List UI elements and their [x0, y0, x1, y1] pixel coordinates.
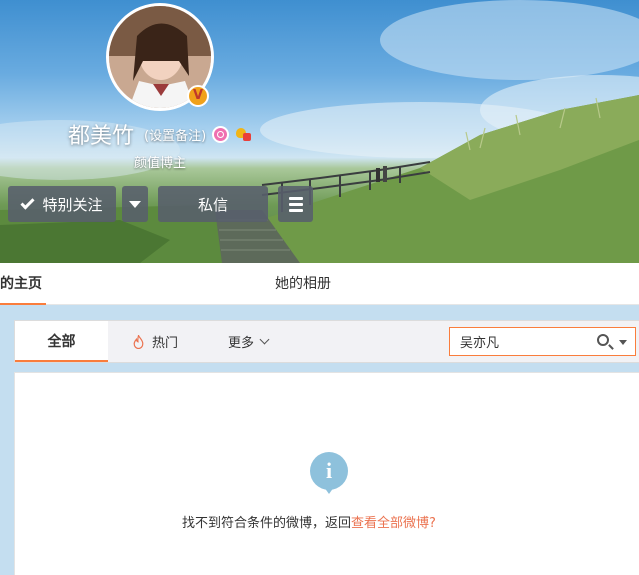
filter-hot-label: 热门 [152, 336, 179, 351]
profile-name: 都美竹 [68, 124, 135, 149]
flame-icon [133, 334, 144, 349]
feed-search-box [449, 327, 636, 356]
pink-search-badge-icon[interactable] [212, 125, 230, 143]
follow-dropdown-button[interactable] [122, 186, 148, 222]
menu-icon [288, 196, 303, 200]
special-follow-button[interactable]: 特别关注 [8, 186, 116, 222]
verified-badge-icon: V [187, 85, 209, 107]
filter-more-dropdown[interactable]: 更多 [228, 332, 270, 351]
active-tab-indicator [0, 303, 46, 305]
more-menu-button[interactable] [278, 186, 313, 222]
private-message-button[interactable]: 私信 [158, 186, 268, 222]
info-icon: i [310, 452, 348, 494]
feed-results: i 找不到符合条件的微博，返回查看全部微博? [14, 372, 639, 575]
special-follow-label: 特别关注 [42, 195, 103, 214]
profile-cover: V 都美竹 (设置备注) 颜值博主 特别关注 私信 [0, 0, 639, 263]
gold-member-icon[interactable] [235, 126, 252, 143]
check-icon [20, 194, 36, 210]
tab-album[interactable]: 她的相册 [275, 273, 331, 293]
empty-state-text: 找不到符合条件的微博，返回 [182, 516, 352, 531]
private-message-label: 私信 [197, 195, 228, 214]
filter-hot-tab[interactable]: 热门 [133, 332, 178, 351]
feed-filter-bar: 全部 热门 更多 [14, 320, 639, 363]
set-remark-link[interactable]: (设置备注) [144, 125, 206, 144]
view-all-posts-link[interactable]: 查看全部微博? [351, 516, 436, 531]
filter-more-label: 更多 [228, 336, 255, 351]
profile-subtitle: 颜值博主 [134, 156, 187, 171]
caret-down-icon [129, 200, 141, 208]
filter-all-tab[interactable]: 全部 [15, 321, 108, 362]
search-options-caret-icon[interactable] [619, 340, 627, 345]
profile-tab-bar: 的主页 她的相册 [0, 263, 639, 305]
chevron-down-icon [259, 334, 270, 345]
search-icon[interactable] [597, 334, 609, 346]
feed-search-input[interactable] [450, 328, 580, 355]
empty-state-message: 找不到符合条件的微博，返回查看全部微博? [182, 512, 436, 531]
profile-name-row: 都美竹 (设置备注) [68, 118, 252, 150]
tab-home[interactable]: 的主页 [0, 273, 42, 293]
